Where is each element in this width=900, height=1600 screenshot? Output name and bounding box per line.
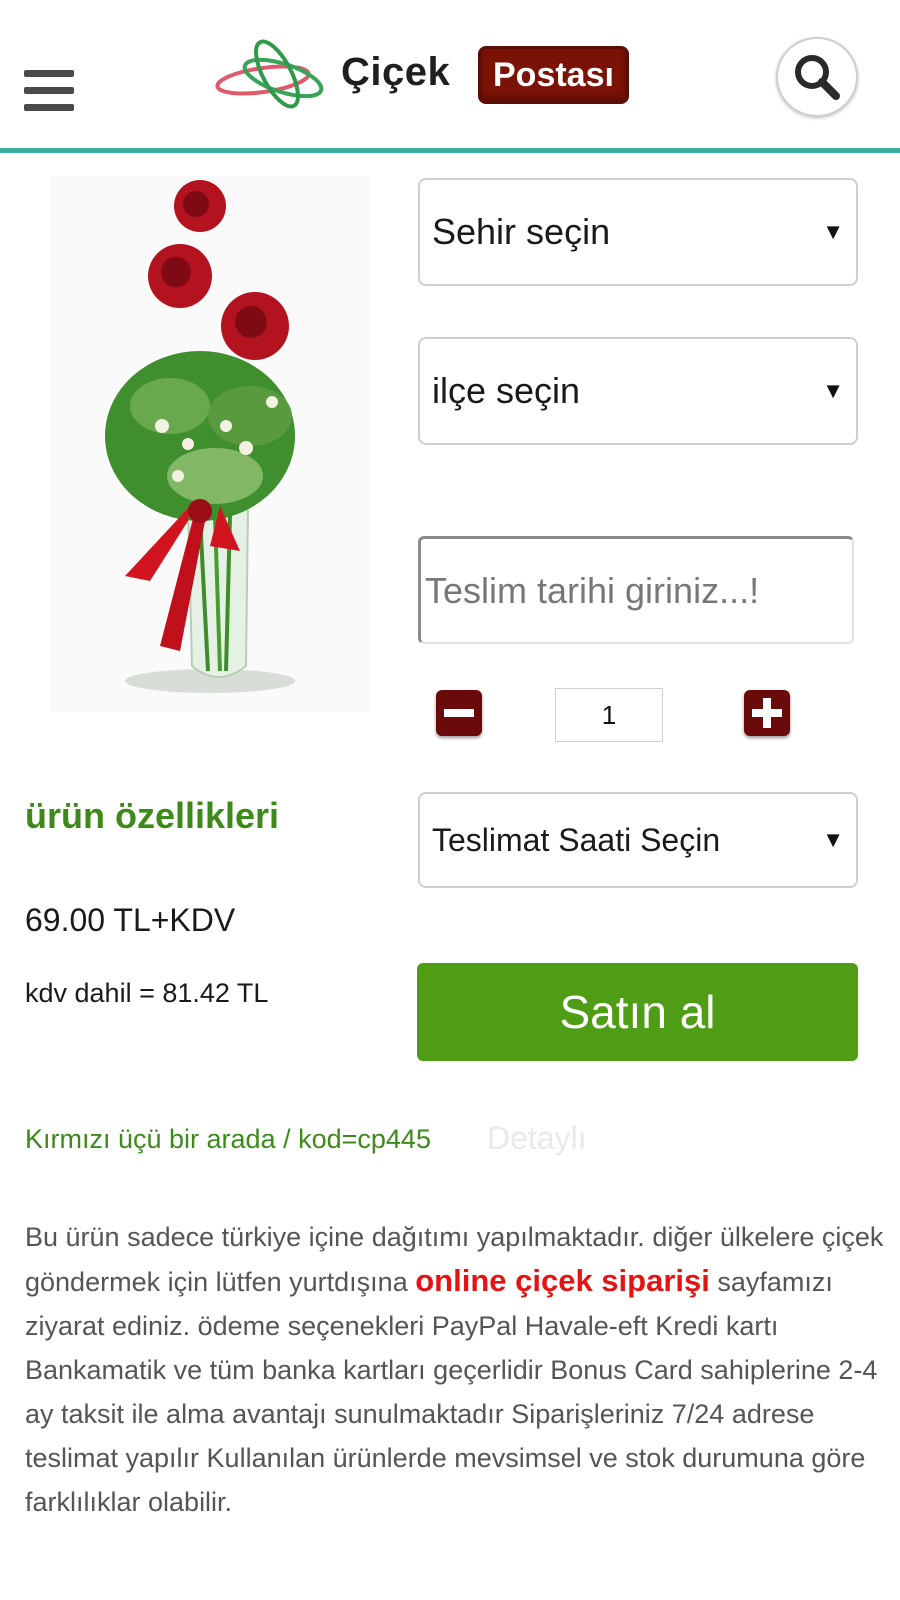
search-icon: [795, 55, 840, 100]
header-divider: [0, 148, 900, 153]
city-select-value: Sehir seçin: [432, 211, 611, 252]
description-text-2: sayfamızı ziyarat ediniz. ödeme seçenekl…: [25, 1267, 878, 1517]
delivery-time-select-value: Teslimat Saati Seçin: [432, 821, 721, 858]
brand-badge: Postası: [478, 46, 629, 104]
product-description: Bu ürün sadece türkiye içine dağıtımı ya…: [25, 1215, 885, 1524]
plus-icon[interactable]: [744, 690, 790, 736]
product-features-title: ürün özellikleri: [25, 795, 280, 836]
search-button[interactable]: [776, 37, 858, 117]
district-select-value: ilçe seçin: [432, 370, 581, 411]
product-image[interactable]: [50, 176, 370, 712]
dropdown-arrow-icon: ▼: [822, 219, 844, 244]
brand-word: Çiçek: [341, 50, 451, 94]
dropdown-arrow-icon: ▼: [822, 378, 844, 403]
flower-ribbon-logo-icon: [215, 39, 324, 109]
price: 69.00 TL+KDV: [25, 902, 236, 938]
district-select[interactable]: ilçe seçin ▼: [418, 337, 858, 445]
delivery-time-select[interactable]: Teslimat Saati Seçin ▼: [418, 792, 858, 888]
delivery-date-input[interactable]: [418, 536, 854, 644]
brand-logo[interactable]: Çiçek Postası: [215, 34, 635, 122]
minus-icon[interactable]: [436, 690, 482, 736]
hamburger-menu-icon[interactable]: [24, 70, 74, 114]
online-order-link[interactable]: online çiçek siparişi: [415, 1263, 710, 1298]
detail-link[interactable]: Detaylı: [487, 1120, 587, 1157]
buy-button[interactable]: Satın al: [417, 963, 858, 1061]
quantity-input[interactable]: [555, 688, 663, 742]
header: Çiçek Postası: [0, 0, 900, 150]
product-name-code: Kırmızı üçü bir arada / kod=cp445: [25, 1124, 431, 1154]
price-with-vat: kdv dahil = 81.42 TL: [25, 978, 269, 1008]
city-select[interactable]: Sehir seçin ▼: [418, 178, 858, 286]
dropdown-arrow-icon: ▼: [822, 827, 844, 852]
